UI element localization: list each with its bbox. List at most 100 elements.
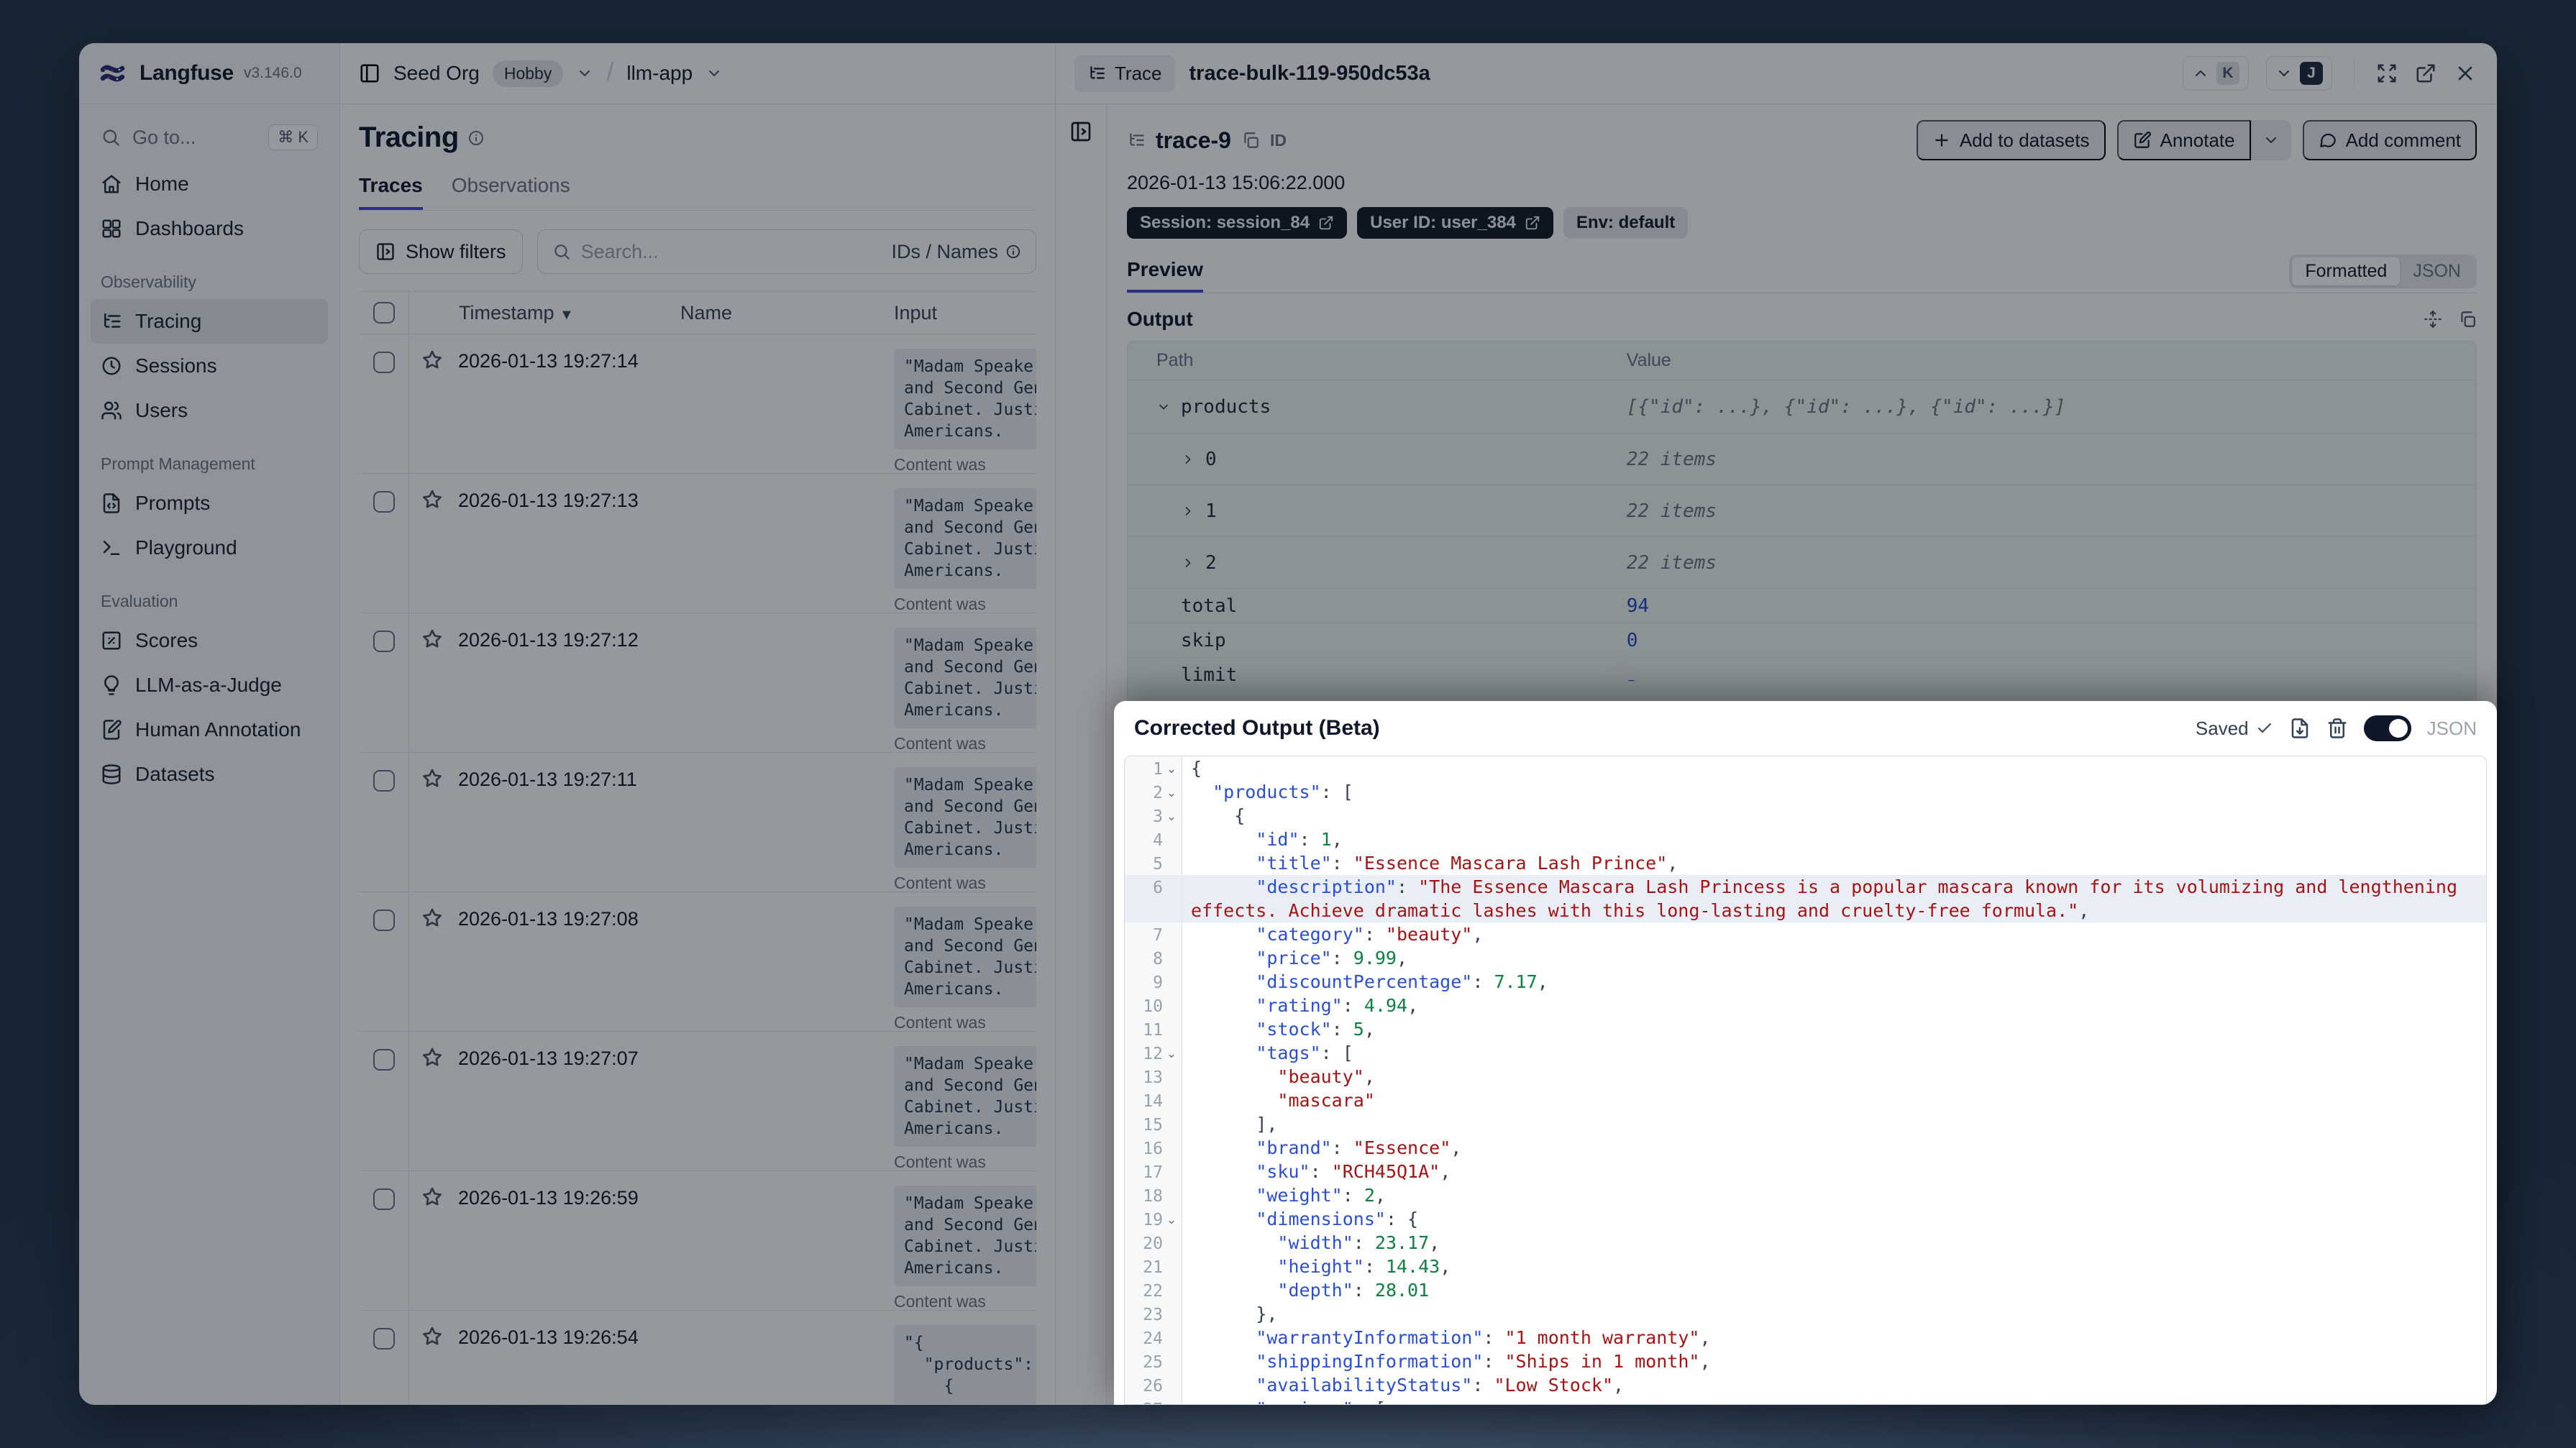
gutter[interactable]: 1 ⌄: [1125, 756, 1182, 780]
fold-icon[interactable]: ⌄: [1164, 782, 1179, 804]
code-text: "sku": "RCH45Q1A",: [1256, 1161, 1451, 1182]
saved-status: Saved: [2196, 718, 2273, 740]
gutter: 5: [1125, 851, 1182, 875]
gutter: 13: [1125, 1065, 1182, 1089]
code-text: "warrantyInformation": "1 month warranty…: [1256, 1327, 1711, 1348]
corrected-output-title: Corrected Output (Beta): [1134, 716, 1380, 740]
code-line: 23 },: [1125, 1302, 2486, 1326]
line-number: 1: [1153, 760, 1163, 779]
line-number: 18: [1143, 1187, 1163, 1206]
code-line: 4 "id": 1,: [1125, 828, 2486, 851]
gutter: 7: [1125, 922, 1182, 946]
gutter: 9: [1125, 970, 1182, 994]
code-text: "rating": 4.94,: [1256, 995, 1419, 1016]
check-icon: [2256, 720, 2273, 737]
gutter: 21: [1125, 1255, 1182, 1278]
gutter[interactable]: 27 ⌄: [1125, 1397, 1182, 1404]
code-text: "width": 23.17,: [1277, 1232, 1440, 1253]
code-line: 13 "beauty",: [1125, 1065, 2486, 1089]
code-text: "weight": 2,: [1256, 1185, 1386, 1206]
code-text: "depth": 28.01: [1277, 1280, 1430, 1301]
line-number: 11: [1143, 1021, 1163, 1040]
code-text: "height": 14.43,: [1277, 1256, 1451, 1277]
json-code-editor[interactable]: 1 ⌄ { 2 ⌄ "products": [ 3 ⌄ { 4 "id": 1,…: [1124, 756, 2487, 1405]
line-number: 12: [1143, 1045, 1163, 1063]
code-line: 27 ⌄ "reviews": [: [1125, 1397, 2486, 1404]
gutter: 24: [1125, 1326, 1182, 1350]
trash-icon[interactable]: [2326, 718, 2348, 739]
code-text: "category": "beauty",: [1256, 924, 1484, 945]
gutter[interactable]: 2 ⌄: [1125, 780, 1182, 804]
code-text: "stock": 5,: [1256, 1019, 1375, 1040]
gutter[interactable]: 19 ⌄: [1125, 1207, 1182, 1231]
gutter: 14: [1125, 1089, 1182, 1112]
code-text: },: [1256, 1303, 1278, 1324]
line-number: 17: [1143, 1163, 1163, 1182]
fold-icon[interactable]: ⌄: [1164, 1399, 1179, 1404]
line-number: 27: [1137, 1399, 1163, 1404]
save-file-icon[interactable]: [2289, 718, 2311, 739]
code-text: ],: [1256, 1114, 1278, 1135]
gutter[interactable]: 3 ⌄: [1125, 804, 1182, 828]
code-line: 17 "sku": "RCH45Q1A",: [1125, 1160, 2486, 1183]
code-text: "products": [: [1212, 782, 1353, 802]
fold-icon[interactable]: ⌄: [1164, 1043, 1179, 1065]
gutter: 10: [1125, 994, 1182, 1017]
corrected-output-panel: Corrected Output (Beta) Saved JSON 1 ⌄ {…: [1114, 701, 2497, 1405]
code-line: 12 ⌄ "tags": [: [1125, 1041, 2486, 1065]
code-text: "tags": [: [1256, 1043, 1353, 1063]
line-number: 7: [1153, 926, 1163, 945]
line-number: 20: [1143, 1234, 1163, 1253]
code-line: 26 "availabilityStatus": "Low Stock",: [1125, 1373, 2486, 1397]
line-number: 19: [1143, 1211, 1163, 1229]
code-line: 11 "stock": 5,: [1125, 1017, 2486, 1041]
code-line: 1 ⌄ {: [1125, 756, 2486, 780]
code-text: "title": "Essence Mascara Lash Prince",: [1256, 853, 1678, 874]
line-number: 3: [1153, 807, 1163, 826]
line-number: 16: [1143, 1140, 1163, 1158]
gutter: 26: [1125, 1373, 1182, 1397]
code-line: 19 ⌄ "dimensions": {: [1125, 1207, 2486, 1231]
code-text: "reviews": [: [1182, 1397, 2486, 1404]
code-line: 8 "price": 9.99,: [1125, 946, 2486, 970]
line-number: 2: [1153, 784, 1163, 802]
code-text: "discountPercentage": 7.17,: [1256, 971, 1548, 992]
gutter[interactable]: 12 ⌄: [1125, 1041, 1182, 1065]
json-mode-toggle[interactable]: [2363, 715, 2411, 741]
gutter: 4: [1125, 828, 1182, 851]
gutter: 22: [1125, 1278, 1182, 1302]
gutter: 11: [1125, 1017, 1182, 1041]
line-number: 15: [1143, 1116, 1163, 1135]
code-line: 7 "category": "beauty",: [1125, 922, 2486, 946]
gutter: 25: [1125, 1350, 1182, 1373]
gutter: 16: [1125, 1136, 1182, 1160]
line-number: 4: [1153, 831, 1163, 850]
fold-icon[interactable]: ⌄: [1164, 806, 1179, 828]
line-number: 21: [1143, 1258, 1163, 1277]
code-text: {: [1234, 805, 1246, 826]
fold-icon[interactable]: ⌄: [1164, 759, 1179, 780]
gutter: 23: [1125, 1302, 1182, 1326]
code-text: "dimensions": {: [1256, 1209, 1419, 1229]
code-text: "shippingInformation": "Ships in 1 month…: [1256, 1351, 1711, 1372]
code-line: 2 ⌄ "products": [: [1125, 780, 2486, 804]
code-line: 21 "height": 14.43,: [1125, 1255, 2486, 1278]
line-number: 13: [1143, 1068, 1163, 1087]
line-number: 6: [1153, 879, 1163, 897]
code-text: "brand": "Essence",: [1256, 1137, 1462, 1158]
code-text: "price": 9.99,: [1256, 948, 1408, 968]
gutter: 20: [1125, 1231, 1182, 1255]
code-line: 14 "mascara": [1125, 1089, 2486, 1112]
code-line: 18 "weight": 2,: [1125, 1183, 2486, 1207]
line-number: 23: [1143, 1306, 1163, 1324]
gutter: 8: [1125, 946, 1182, 970]
gutter: 18: [1125, 1183, 1182, 1207]
fold-icon[interactable]: ⌄: [1164, 1209, 1179, 1231]
line-number: 24: [1143, 1329, 1163, 1348]
code-text: "beauty",: [1277, 1066, 1375, 1087]
code-line: 16 "brand": "Essence",: [1125, 1136, 2486, 1160]
code-line: 10 "rating": 4.94,: [1125, 994, 2486, 1017]
code-text: {: [1191, 758, 1202, 779]
code-line: 20 "width": 23.17,: [1125, 1231, 2486, 1255]
code-line: 3 ⌄ {: [1125, 804, 2486, 828]
